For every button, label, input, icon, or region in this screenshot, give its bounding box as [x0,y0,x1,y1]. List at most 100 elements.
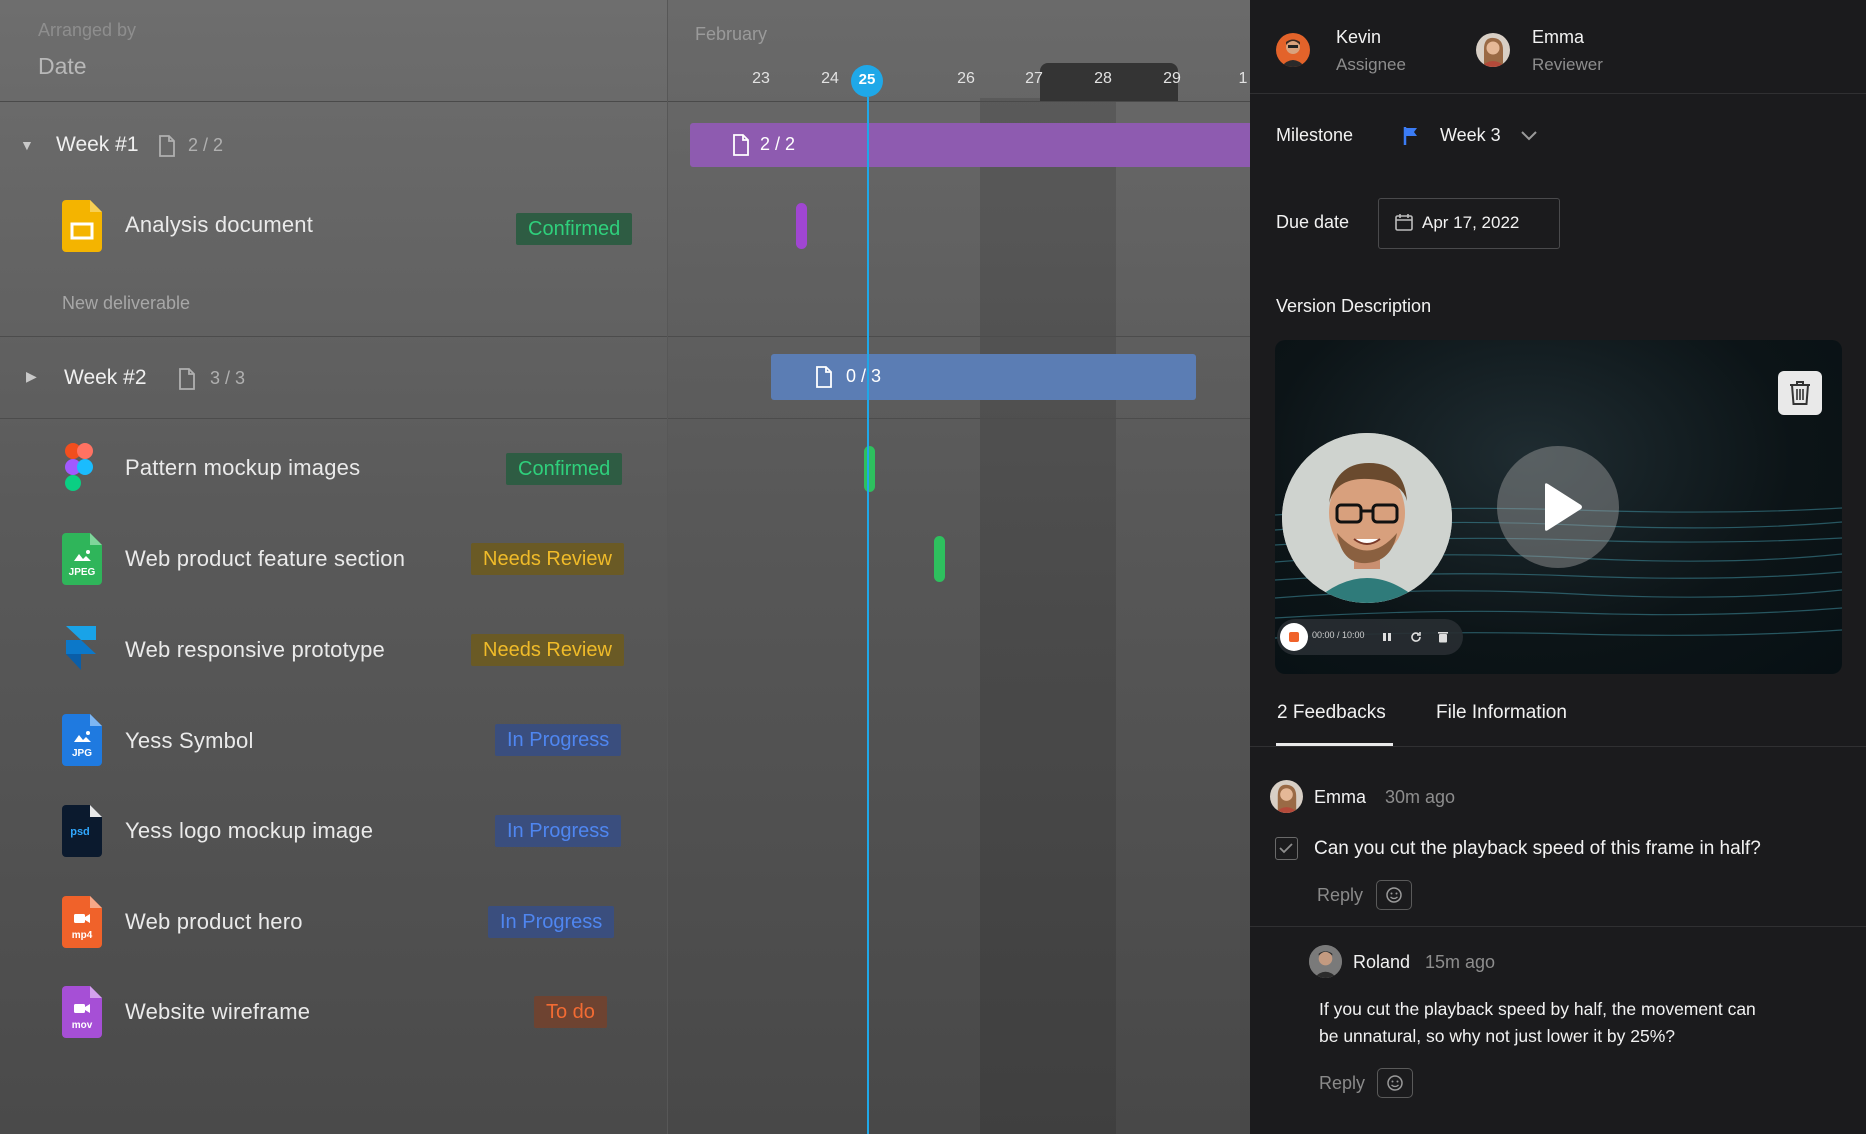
file-type-label: mov [72,1020,93,1031]
comment-text: Can you cut the playback speed of this f… [1314,838,1761,859]
day-label[interactable]: 29 [1142,70,1202,88]
video-time: 00:00 / 10:00 [1312,630,1365,640]
task-marker[interactable] [864,446,875,492]
week1-title[interactable]: Week #1 [56,133,139,157]
play-icon [1545,483,1582,531]
month-label: February [695,24,768,44]
status-badge[interactable]: Needs Review [471,543,624,575]
trash-icon[interactable] [1438,631,1448,643]
due-date-label: Due date [1276,212,1350,232]
tab-file-information[interactable]: File Information [1436,702,1567,724]
check-icon [1279,843,1293,854]
figma-icon [65,443,93,491]
due-date-field[interactable]: Apr 17, 2022 [1378,198,1560,249]
detail-panel: Kevin Assignee Emma Reviewer Milestone W… [1250,0,1866,1134]
day-label[interactable]: 27 [1004,70,1064,88]
comment-time: 15m ago [1425,952,1496,972]
document-icon [159,135,175,157]
task-title[interactable]: Yess logo mockup image [125,818,373,844]
avatar[interactable] [1276,33,1310,67]
mov-file-icon: mov [62,986,102,1038]
expand-week2-caret-icon[interactable]: ▶ [26,368,37,385]
resolve-checkbox[interactable] [1275,837,1298,860]
avatar[interactable] [1476,33,1510,67]
reply-button[interactable]: Reply [1317,885,1363,906]
file-type-label: psd [70,826,90,838]
task-title[interactable]: Website wireframe [125,999,310,1025]
play-button[interactable] [1497,446,1619,568]
due-date-value: Apr 17, 2022 [1422,213,1520,232]
status-badge[interactable]: In Progress [495,724,622,756]
video-player[interactable]: 00:00 / 10:00 [1275,340,1842,674]
status-badge[interactable]: To do [534,996,607,1028]
collapse-week1-caret-icon[interactable]: ▼ [20,137,34,153]
pause-icon[interactable] [1382,632,1392,642]
status-badge[interactable]: In Progress [495,815,622,847]
flag-icon [1403,127,1417,145]
mp4-file-icon: mp4 [62,896,102,948]
status-badge[interactable]: Confirmed [506,453,623,485]
status-badge[interactable]: In Progress [488,906,615,938]
reviewer-role: Reviewer [1532,55,1603,74]
jpg-file-icon: JPG [62,714,102,766]
week2-count: 3 / 3 [210,368,246,388]
task-list-panel: Arranged by Date ▼ Week #1 2 / 2 Analysi… [0,0,667,1134]
week2-gantt-bar[interactable]: 0 / 3 [771,354,1196,400]
add-reaction-button[interactable] [1377,1068,1413,1098]
file-type-label: mp4 [72,930,93,941]
day-label-today[interactable]: 25 [837,71,897,88]
framer-icon [66,626,96,670]
milestone-label: Milestone [1276,125,1354,145]
restart-icon[interactable] [1410,631,1422,643]
file-type-label: JPEG [69,567,96,578]
avatar [1270,780,1303,813]
arranged-by-value[interactable]: Date [38,53,87,80]
week2-bar-label: 0 / 3 [846,366,882,386]
week1-gantt-bar[interactable]: 2 / 2 [690,123,1251,167]
emoji-icon [1386,887,1402,903]
task-title[interactable]: Web product hero [125,909,303,935]
task-title[interactable]: Web responsive prototype [125,637,385,663]
stop-icon [1289,632,1299,642]
document-icon [816,366,832,388]
add-reaction-button[interactable] [1376,880,1412,910]
weekend-shading [980,98,1116,1134]
google-slides-icon [62,200,102,252]
tab-feedbacks[interactable]: 2 Feedbacks [1277,702,1386,724]
day-label[interactable]: 23 [731,70,791,88]
reviewer-name[interactable]: Emma [1532,27,1584,48]
assignee-name[interactable]: Kevin [1336,27,1381,48]
version-description-label: Version Description [1276,296,1432,316]
status-badge[interactable]: Needs Review [471,634,624,666]
assignee-role: Assignee [1336,55,1406,74]
comment-author: Roland [1353,952,1411,972]
trash-icon [1790,381,1810,405]
chevron-down-icon[interactable] [1520,130,1538,142]
task-title[interactable]: Yess Symbol [125,728,254,754]
avatar [1309,945,1342,978]
presenter-avatar [1282,433,1452,603]
timeline-panel: February 23 24 25 26 27 28 29 1 2 / 2 0 … [667,0,1251,1134]
today-line [867,97,869,1134]
week2-title[interactable]: Week #2 [64,366,147,390]
milestone-value[interactable]: Week 3 [1440,125,1501,146]
week1-bar-label: 2 / 2 [760,134,796,154]
day-label[interactable]: 28 [1073,70,1133,88]
comment-time: 30m ago [1385,787,1456,807]
reply-button[interactable]: Reply [1319,1073,1365,1094]
document-icon [733,134,749,156]
task-marker[interactable] [796,203,807,249]
comment-text: If you cut the playback speed by half, t… [1319,999,1756,1046]
arranged-by-label: Arranged by [38,20,137,40]
jpeg-file-icon: JPEG [62,533,102,585]
task-title[interactable]: Web product feature section [125,546,405,572]
task-title[interactable]: Pattern mockup images [125,455,360,481]
new-deliverable-button[interactable]: New deliverable [62,293,190,314]
task-title[interactable]: Analysis document [125,212,313,238]
record-button[interactable] [1280,623,1308,651]
comment-author: Emma [1314,787,1367,807]
day-label[interactable]: 26 [936,70,996,88]
task-marker[interactable] [934,536,945,582]
status-badge[interactable]: Confirmed [516,213,633,245]
delete-video-button[interactable] [1778,371,1822,415]
